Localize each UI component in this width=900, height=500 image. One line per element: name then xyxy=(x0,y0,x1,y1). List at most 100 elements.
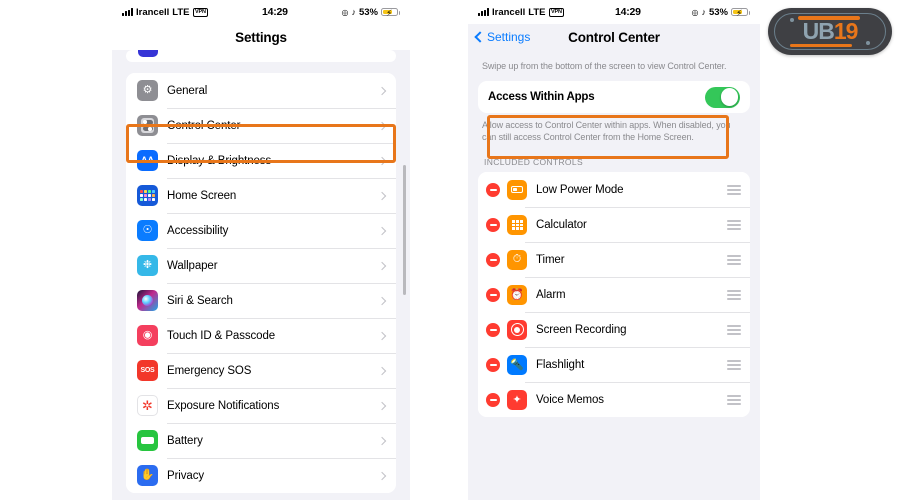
watermark-logo: UB19 xyxy=(768,8,892,55)
back-button-label: Settings xyxy=(487,30,531,44)
partial-row-icon xyxy=(138,50,158,57)
control-row-calculator[interactable]: Calculator xyxy=(478,207,750,243)
settings-row-display-brightness[interactable]: AA Display & Brightness xyxy=(126,143,396,178)
control-label: Flashlight xyxy=(536,358,585,371)
settings-card: ⚙ General Control Center AA Display & Br… xyxy=(126,73,396,493)
access-within-apps-label: Access Within Apps xyxy=(488,91,595,104)
status-bar-left: Irancell LTE VPN 14:29 ◎ ♪ 53% ⚡ xyxy=(112,0,410,24)
control-row-timer[interactable]: ⏱ Timer xyxy=(478,242,750,278)
location-arrow-icon: ◎ xyxy=(691,7,699,17)
settings-row-general[interactable]: ⚙ General xyxy=(126,73,396,108)
remove-control-button[interactable] xyxy=(486,252,500,267)
reorder-handle-icon[interactable] xyxy=(727,220,741,230)
reorder-handle-icon[interactable] xyxy=(727,185,741,195)
left-nav-bar: Settings xyxy=(112,24,410,50)
settings-row-siri-search[interactable]: Siri & Search xyxy=(126,283,396,318)
page-title: Control Center xyxy=(568,29,660,45)
alarm-clock-icon: ⏰ xyxy=(507,284,527,305)
control-row-flashlight[interactable]: 🔦 Flashlight xyxy=(478,347,750,383)
signal-bars-icon xyxy=(478,8,489,16)
control-center-screen-panel: Irancell LTE VPN 14:29 ◎ ♪ 53% ⚡ Setting… xyxy=(468,0,760,500)
control-row-alarm[interactable]: ⏰ Alarm xyxy=(478,277,750,313)
wallpaper-icon: ❉ xyxy=(137,255,158,276)
settings-row-label: Touch ID & Passcode xyxy=(167,329,276,342)
vertical-scrollbar[interactable] xyxy=(403,165,406,295)
carrier-name: Irancell xyxy=(492,6,526,18)
right-nav-bar: Settings Control Center xyxy=(468,24,760,50)
control-row-voice-memos[interactable]: ✦ Voice Memos xyxy=(478,382,750,418)
remove-control-button[interactable] xyxy=(486,217,500,232)
reorder-handle-icon[interactable] xyxy=(727,325,741,335)
control-label: Calculator xyxy=(536,218,587,231)
control-row-screen-recording[interactable]: Screen Recording xyxy=(478,312,750,348)
control-center-icon xyxy=(137,115,158,136)
battery-icon xyxy=(137,430,158,451)
location-arrow-icon: ◎ xyxy=(341,7,349,17)
gear-icon: ⚙ xyxy=(137,80,158,101)
network-type: LTE xyxy=(172,6,190,18)
headphones-icon: ♪ xyxy=(701,7,706,17)
remove-control-button[interactable] xyxy=(486,287,500,302)
settings-row-home-screen[interactable]: Home Screen xyxy=(126,178,396,213)
control-center-content: Swipe up from the bottom of the screen t… xyxy=(468,50,760,418)
chevron-right-icon xyxy=(377,261,387,270)
control-label: Timer xyxy=(536,253,565,266)
status-bar-time: 14:29 xyxy=(261,6,288,18)
siri-icon xyxy=(137,290,158,311)
chevron-right-icon xyxy=(377,191,387,200)
settings-row-wallpaper[interactable]: ❉ Wallpaper xyxy=(126,248,396,283)
chevron-right-icon xyxy=(377,331,387,340)
logo-dot-right xyxy=(866,41,870,45)
included-controls-header: INCLUDED CONTROLS xyxy=(484,157,583,168)
reorder-handle-icon[interactable] xyxy=(727,395,741,405)
control-label: Alarm xyxy=(536,288,566,301)
status-bar-left-group: Irancell LTE VPN xyxy=(122,6,209,18)
remove-control-button[interactable] xyxy=(486,392,500,407)
privacy-hand-icon: ✋ xyxy=(137,465,158,486)
control-label: Voice Memos xyxy=(536,393,604,406)
access-within-apps-row[interactable]: Access Within Apps xyxy=(478,81,750,114)
battery-icon: ⚡ xyxy=(731,7,750,18)
remove-control-button[interactable] xyxy=(486,357,500,372)
status-bar-right-group: ◎ ♪ 53% ⚡ xyxy=(691,7,750,18)
logo-text-part1: UB xyxy=(802,18,835,44)
control-row-low-power-mode[interactable]: Low Power Mode xyxy=(478,172,750,208)
chevron-right-icon xyxy=(377,436,387,445)
settings-row-touch-id-passcode[interactable]: ◉ Touch ID & Passcode xyxy=(126,318,396,353)
vpn-badge: VPN xyxy=(548,7,565,17)
reorder-handle-icon[interactable] xyxy=(727,255,741,265)
settings-row-control-center[interactable]: Control Center xyxy=(126,108,396,143)
settings-row-label: Siri & Search xyxy=(167,294,233,307)
control-label: Screen Recording xyxy=(536,323,627,336)
settings-row-label: Wallpaper xyxy=(167,259,218,272)
back-button[interactable]: Settings xyxy=(474,30,531,44)
remove-control-button[interactable] xyxy=(486,322,500,337)
timer-icon: ⏱ xyxy=(507,249,527,270)
included-controls-card: Low Power Mode Calculator ⏱ Timer ⏰ Alar… xyxy=(478,172,750,418)
settings-row-exposure-notifications[interactable]: ✲ Exposure Notifications xyxy=(126,388,396,423)
reorder-handle-icon[interactable] xyxy=(727,360,741,370)
status-bar-right: Irancell LTE VPN 14:29 ◎ ♪ 53% ⚡ xyxy=(468,0,760,24)
signal-bars-icon xyxy=(122,8,133,16)
settings-row-label: Accessibility xyxy=(167,224,229,237)
access-within-apps-toggle[interactable] xyxy=(705,86,740,108)
voice-memos-icon: ✦ xyxy=(507,389,527,410)
remove-control-button[interactable] xyxy=(486,182,500,197)
screen-recording-icon xyxy=(507,319,527,340)
settings-row-emergency-sos[interactable]: SOS Emergency SOS xyxy=(126,353,396,388)
home-screen-icon xyxy=(137,185,158,206)
accessibility-icon: ☉ xyxy=(137,220,158,241)
partial-card-above xyxy=(126,50,396,62)
low-power-mode-icon xyxy=(507,179,527,200)
settings-row-privacy[interactable]: ✋ Privacy xyxy=(126,458,396,493)
settings-row-battery[interactable]: Battery xyxy=(126,423,396,458)
settings-list-container: ⚙ General Control Center AA Display & Br… xyxy=(112,50,410,500)
settings-row-label: Display & Brightness xyxy=(167,154,272,167)
reorder-handle-icon[interactable] xyxy=(727,290,741,300)
vpn-badge: VPN xyxy=(192,7,209,17)
settings-row-label: Battery xyxy=(167,434,203,447)
settings-row-accessibility[interactable]: ☉ Accessibility xyxy=(126,213,396,248)
logo-text: UB19 xyxy=(802,18,859,44)
emergency-sos-icon: SOS xyxy=(137,360,158,381)
lightning-bolt-icon: ⚡ xyxy=(386,7,393,18)
